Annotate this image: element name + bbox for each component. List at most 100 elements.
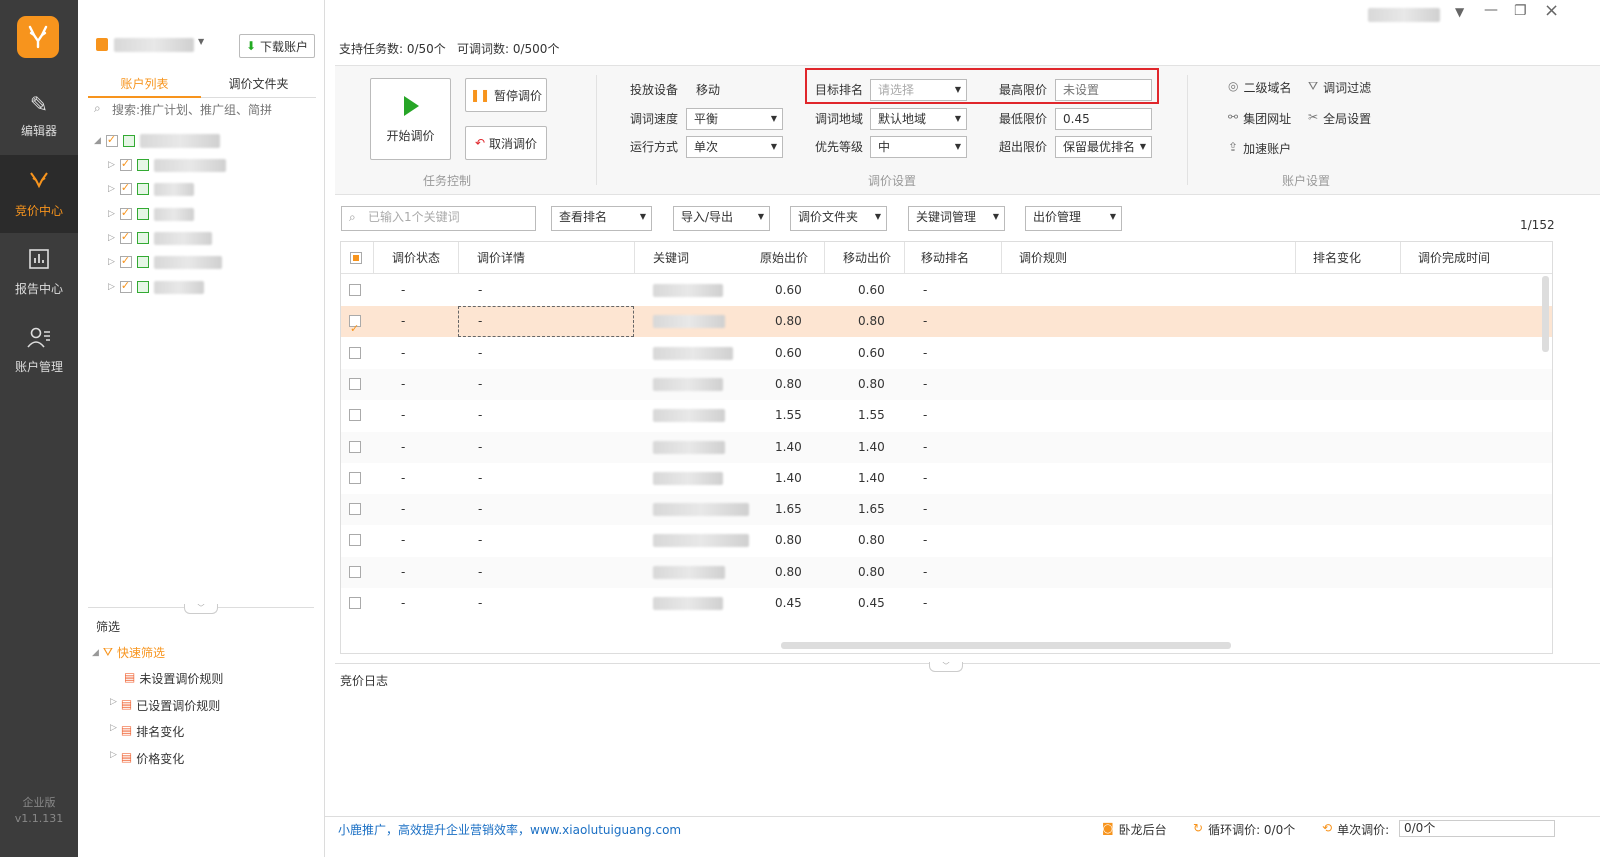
tree-checkbox[interactable] [119,181,132,195]
filter-item-set[interactable]: ▷ ▤ 已设置调价规则 [110,697,220,714]
mode-select[interactable]: 单次 ▼ [686,136,783,158]
bid-manage-dropdown[interactable]: 出价管理 ▼ [1025,206,1122,231]
row-checkbox[interactable] [349,534,361,547]
table-row[interactable]: - - 0.45 0.45 - [341,588,1552,619]
over-limit-select[interactable]: 保留最优排名 ▼ [1055,136,1152,158]
table-row[interactable]: - - 0.60 0.60 - [341,338,1552,369]
nav-editor[interactable]: ✎ 编辑器 [0,77,78,155]
row-checkbox[interactable] [349,377,361,390]
tree-plan[interactable]: ▷ [108,228,212,248]
col-bid-status[interactable]: 调价状态 [392,242,441,274]
filter-item-rank-change[interactable]: ▷ ▤ 排名变化 [110,723,184,740]
quick-filter[interactable]: ◢ ⛛ 快速筛选 [92,644,165,661]
min-price-input[interactable]: 0.45 [1055,108,1152,130]
tree-plan[interactable]: ▷ [108,277,204,297]
download-account-button[interactable]: ⬇ 下载账户 [239,34,315,58]
table-row[interactable]: - - 1.40 1.40 - [341,431,1552,463]
restore-icon[interactable]: ❐ [1514,3,1527,19]
bid-folder-dropdown[interactable]: 调价文件夹 ▼ [790,206,887,231]
row-checkbox[interactable] [349,597,361,609]
tree-checkbox[interactable] [119,230,132,244]
tree-root[interactable]: ◢ [94,131,220,151]
collapse-handle[interactable]: ﹀ [184,604,218,614]
row-checkbox[interactable] [349,471,361,484]
cancel-bid-button[interactable]: ↶ 取消调价 [465,126,547,160]
keyword-manage-dropdown[interactable]: 关键词管理 ▼ [908,206,1005,231]
nav-bidding-center[interactable]: 竞价中心 [0,155,78,233]
filter-item-unset[interactable]: ▤ 未设置调价规则 [124,670,223,687]
cell-bid-detail[interactable]: - [478,432,482,463]
group-url-link[interactable]: ⚯ 集团网址 [1228,110,1291,127]
max-price-input[interactable] [1055,79,1152,101]
expand-right-icon[interactable]: ▷ [108,257,115,267]
expand-right-icon[interactable]: ▷ [110,750,117,767]
speed-select[interactable]: 平衡 ▼ [686,108,783,130]
tree-plan[interactable]: ▷ [108,204,194,224]
expand-right-icon[interactable]: ▷ [108,160,115,170]
tree-plan[interactable]: ▷ [108,252,222,272]
col-mobile-bid[interactable]: 移动出价 [843,242,892,274]
col-bid-detail[interactable]: 调价详情 [477,242,526,274]
tab-account-list[interactable]: 账户列表 [88,72,201,98]
row-checkbox[interactable] [349,440,361,453]
row-checkbox[interactable] [349,503,361,516]
close-icon[interactable]: × [1544,0,1559,21]
expand-down-icon[interactable]: ◢ [94,136,101,146]
minimize-icon[interactable]: — [1484,2,1498,18]
cell-bid-detail[interactable]: - [478,306,482,337]
priority-select[interactable]: 中 ▼ [870,136,967,158]
col-original-bid[interactable]: 原始出价 [760,242,809,274]
keyword-filter-link[interactable]: ⛛ 调词过滤 [1308,79,1371,96]
cell-bid-detail[interactable]: - [478,463,482,494]
cell-bid-detail[interactable]: - [478,338,482,369]
cell-bid-detail[interactable]: - [478,557,482,588]
import-export-dropdown[interactable]: 导入/导出 ▼ [673,206,770,231]
start-bid-button[interactable]: 开始调价 [370,78,451,160]
expand-right-icon[interactable]: ▷ [110,697,117,714]
expand-right-icon[interactable]: ▷ [108,209,115,219]
table-row[interactable]: - - 1.65 1.65 - [341,494,1552,526]
cell-bid-detail[interactable]: - [478,369,482,400]
subdomain-link[interactable]: ◎ 二级域名 [1228,79,1292,96]
account-search-input[interactable] [112,100,312,120]
col-rank-change[interactable]: 排名变化 [1313,242,1362,274]
cell-bid-detail[interactable]: - [478,275,482,306]
tab-bid-folder[interactable]: 调价文件夹 [201,72,316,98]
table-row[interactable]: - - 0.80 0.80 - [341,368,1552,400]
menu-dropdown-icon[interactable]: ▼ [1455,5,1464,19]
tree-checkbox[interactable] [105,133,118,147]
row-checkbox[interactable] [349,346,361,359]
view-rank-dropdown[interactable]: 查看排名 ▼ [551,206,652,231]
accelerate-account-link[interactable]: ⇪ 加速账户 [1228,140,1291,157]
region-select[interactable]: 默认地域 ▼ [870,108,967,130]
cell-bid-detail[interactable]: - [478,588,482,619]
expand-down-icon[interactable]: ◢ [92,648,99,658]
table-row[interactable]: - - 1.40 1.40 - [341,463,1552,494]
tree-checkbox[interactable] [119,157,132,171]
account-name-redacted[interactable] [114,38,194,52]
tree-plan[interactable]: ▷ [108,179,194,199]
keyword-search-input[interactable]: ⌕ 已输入1个关键词 [341,206,536,231]
select-all-checkbox[interactable] [350,252,362,264]
account-dropdown-icon[interactable]: ▼ [198,37,204,46]
collapse-handle[interactable]: ﹀ [929,662,963,672]
filter-item-price-change[interactable]: ▷ ▤ 价格变化 [110,750,184,767]
row-checkbox[interactable] [349,313,361,344]
col-keyword[interactable]: 关键词 [653,242,690,274]
table-row[interactable]: - - 0.80 0.80 - [341,556,1552,588]
col-mobile-rank[interactable]: 移动排名 [921,242,970,274]
target-rank-select[interactable]: 请选择 ▼ [870,79,967,101]
expand-right-icon[interactable]: ▷ [110,723,117,740]
col-finish-time[interactable]: 调价完成时间 [1418,242,1491,274]
row-checkbox[interactable] [349,284,361,296]
nav-account-management[interactable]: 账户管理 [0,311,78,389]
expand-right-icon[interactable]: ▷ [108,282,115,292]
cell-bid-detail[interactable]: - [478,494,482,525]
nav-report-center[interactable]: 报告中心 [0,233,78,311]
table-row[interactable]: - - 0.80 0.80 - [341,306,1552,344]
wolong-backend-link[interactable]: ◙ 卧龙后台 [1102,821,1167,838]
pause-bid-button[interactable]: ❚❚ 暂停调价 [465,78,547,112]
horizontal-scrollbar[interactable] [781,642,1231,649]
tree-checkbox[interactable] [119,254,132,268]
table-row[interactable]: - - 0.80 0.80 - [341,525,1552,556]
